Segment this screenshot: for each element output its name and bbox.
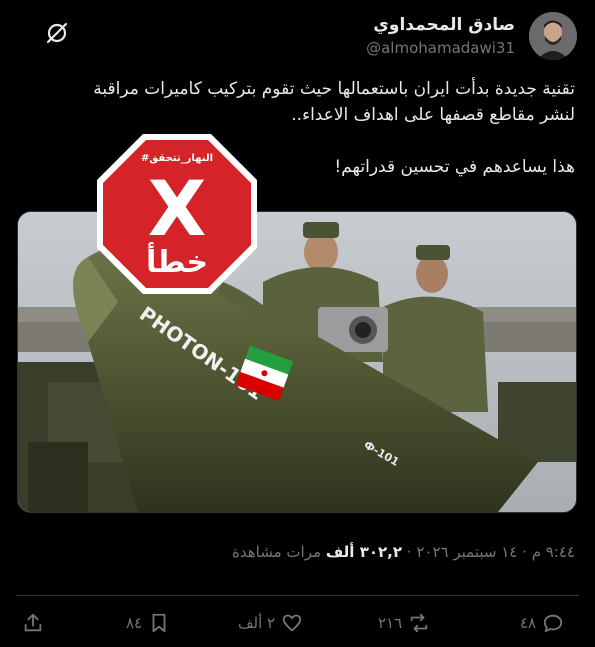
share-icon	[24, 613, 42, 632]
avatar[interactable]	[529, 12, 577, 60]
views-count: ٣٠٢,٢ ألف	[325, 543, 403, 561]
views-label: مرات مشاهدة	[232, 543, 322, 561]
tweet-line-2: لنشر مقاطع قصفها على اهداف الاعداء..	[291, 105, 575, 125]
reply-button[interactable]: ٤٨	[520, 612, 564, 634]
author-name[interactable]: صادق المحمداوي	[373, 15, 515, 35]
tweet-line-1: تقنية جديدة بدأت ايران باستعمالها حيث تق…	[93, 79, 575, 99]
repost-count: ٢١٦	[378, 614, 403, 632]
like-button[interactable]: ٢ ألف	[238, 612, 303, 634]
tweet-time[interactable]: ٩:٤٤ م	[532, 543, 575, 561]
bookmark-button[interactable]: ٨٤	[126, 612, 170, 634]
tweet-date[interactable]: ١٤ سبتمبر ٢٠٢٦	[416, 543, 517, 561]
author-handle[interactable]: @almohamadawi31	[366, 39, 515, 57]
action-bar: ٨٤ ٢ ألف ٢١٦ ٤٨	[0, 612, 595, 646]
divider	[16, 595, 579, 596]
tweet-header: صادق المحمداوي @almohamadawi31	[0, 8, 595, 64]
reply-icon	[543, 614, 563, 633]
meta-separator: ·	[522, 543, 527, 561]
share-button[interactable]	[22, 612, 44, 634]
reply-count: ٤٨	[520, 614, 537, 632]
stamp-top-text: #النهار_تتحقق	[141, 153, 213, 164]
stamp-x-mark: X	[148, 164, 207, 253]
bookmark-icon	[152, 613, 166, 633]
fact-check-false-stamp: #النهار_تتحقق X خطأ	[95, 132, 259, 296]
stamp-word: خطأ	[146, 242, 208, 280]
repost-icon	[410, 613, 428, 633]
bookmark-count: ٨٤	[126, 614, 143, 632]
like-count: ٢ ألف	[238, 614, 276, 632]
grok-icon[interactable]	[44, 20, 70, 46]
meta-separator: ·	[406, 543, 412, 561]
tweet-metadata: ٩:٤٤ م · ١٤ سبتمبر ٢٠٢٦ · ٣٠٢,٢ ألف مرات…	[15, 543, 575, 561]
repost-button[interactable]: ٢١٦	[378, 612, 430, 634]
like-icon	[282, 614, 302, 632]
